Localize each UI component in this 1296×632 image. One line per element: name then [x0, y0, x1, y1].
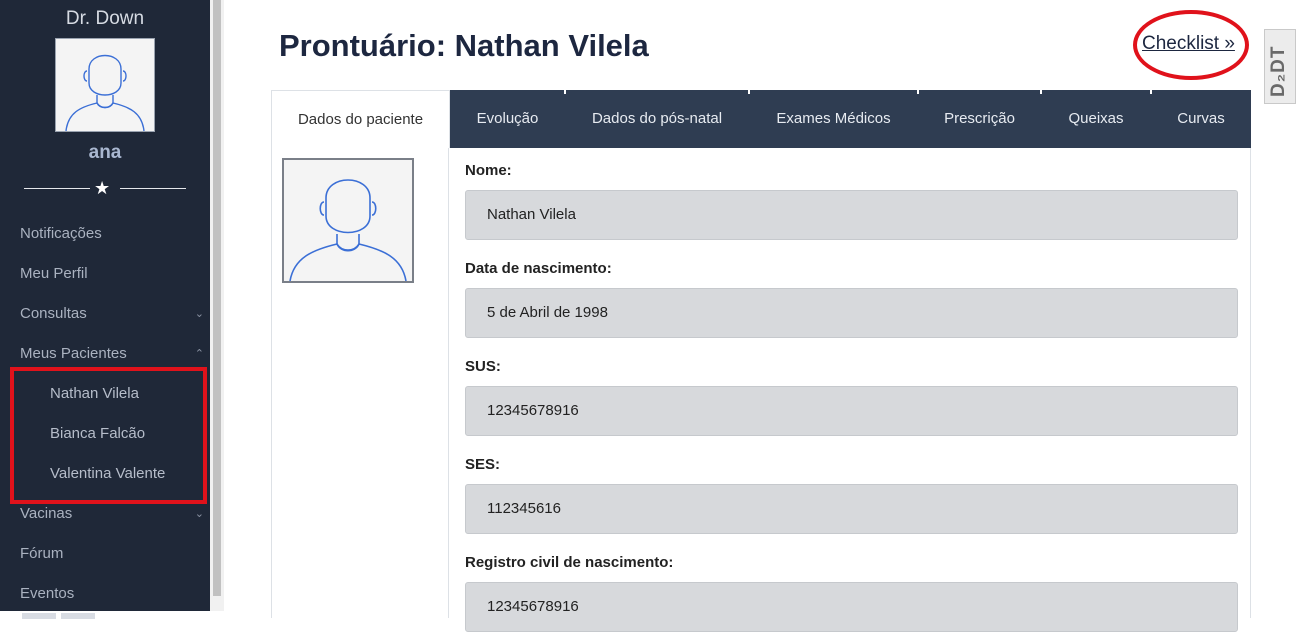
field-registro-civil[interactable]: 12345678916 — [465, 582, 1238, 632]
field-nome[interactable]: Nathan Vilela — [465, 190, 1238, 240]
user-avatar[interactable] — [55, 38, 155, 132]
tab-exames-medicos[interactable]: Exames Médicos — [749, 90, 918, 148]
sidebar-item-consultas[interactable]: Consultas ⌄ — [0, 294, 210, 334]
avatar-placeholder-icon — [65, 54, 145, 132]
app-logo[interactable]: D₂DT — [1264, 29, 1296, 104]
sidebar-bottom-buttons — [22, 606, 100, 624]
sidebar-scrollbar[interactable] — [210, 0, 224, 611]
sidebar-divider: ★ — [24, 178, 186, 198]
page-title: Prontuário: Nathan Vilela — [279, 28, 649, 63]
field-label-ses: SES: — [465, 456, 501, 473]
field-label-nascimento: Data de nascimento: — [465, 260, 612, 277]
sidebar-item-notificacoes[interactable]: Notificações — [0, 214, 210, 254]
chevron-down-icon: ⌄ — [194, 308, 204, 320]
record-tabs: Dados do paciente Evolução Dados do pós-… — [271, 90, 1251, 148]
tab-dados-pos-natal[interactable]: Dados do pós-natal — [565, 90, 749, 148]
sidebar-item-meu-perfil[interactable]: Meu Perfil — [0, 254, 210, 294]
sidebar: Dr. Down ana ★ Notificações Meu Perfil C… — [0, 0, 210, 619]
patients-highlight-annotation — [10, 367, 207, 504]
tab-queixas[interactable]: Queixas — [1041, 90, 1151, 148]
tab-curvas[interactable]: Curvas — [1151, 90, 1251, 148]
field-data-nascimento[interactable]: 5 de Abril de 1998 — [465, 288, 1238, 338]
sidebar-item-forum[interactable]: Fórum — [0, 534, 210, 574]
patient-photo[interactable] — [282, 158, 414, 283]
scrollbar-thumb[interactable] — [213, 0, 221, 596]
tab-dados-do-paciente[interactable]: Dados do paciente — [271, 90, 450, 148]
avatar-placeholder-icon — [289, 179, 407, 282]
field-label-nome: Nome: — [465, 162, 512, 179]
field-label-sus: SUS: — [465, 358, 501, 375]
field-sus[interactable]: 12345678916 — [465, 386, 1238, 436]
brand-name: Dr. Down — [65, 8, 145, 29]
checklist-highlight-annotation — [1133, 10, 1249, 80]
tab-prescricao[interactable]: Prescrição — [918, 90, 1041, 148]
field-label-registro-civil: Registro civil de nascimento: — [465, 554, 674, 571]
star-icon: ★ — [94, 178, 111, 198]
logo-text: D₂DT — [1268, 45, 1289, 98]
field-ses[interactable]: 112345616 — [465, 484, 1238, 534]
username: ana — [88, 142, 122, 163]
tab-evolucao[interactable]: Evolução — [450, 90, 565, 148]
